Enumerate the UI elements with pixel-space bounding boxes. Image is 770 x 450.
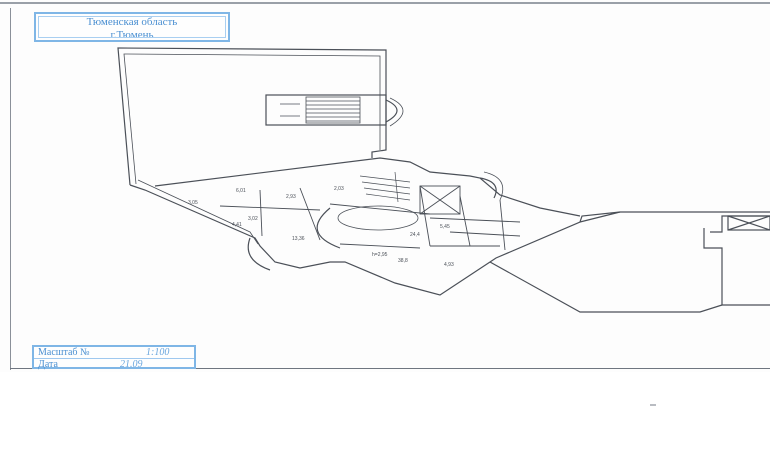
stair-block-top xyxy=(265,94,387,126)
date-row: Дата 21.09 xyxy=(34,358,194,370)
dimension-labels: 3,05 6,01 2,93 3,02 2,03 5,45 13,36 4,41… xyxy=(188,186,454,268)
room-label: 4,41 xyxy=(232,222,242,228)
date-value: 21.09 xyxy=(120,359,143,370)
terrace-outline xyxy=(117,47,387,186)
region-stamp: Тюменская область г.Тюмень xyxy=(34,12,230,42)
bay-window-top xyxy=(385,99,398,123)
room-label: 3,02 xyxy=(248,216,258,222)
bay-window-east xyxy=(479,177,497,199)
scale-label: Масштаб № xyxy=(38,347,90,358)
room-label: h=2,95 xyxy=(372,252,388,258)
room-label: 2,93 xyxy=(286,194,296,200)
date-label: Дата xyxy=(38,359,58,370)
round-hall xyxy=(316,207,341,249)
room-label: 3,05 xyxy=(188,200,198,206)
scale-stamp: Масштаб № 1:100 Дата 21.09 xyxy=(32,345,196,370)
scanned-sheet: 3,05 6,01 2,93 3,02 2,03 5,45 13,36 4,41… xyxy=(0,0,770,372)
floor-plan-drawing: 3,05 6,01 2,93 3,02 2,03 5,45 13,36 4,41… xyxy=(117,47,770,313)
room-label: 24,4 xyxy=(410,232,420,238)
scale-value: 1:100 xyxy=(146,347,170,358)
room-label: 38,8 xyxy=(398,258,408,264)
room-label: 13,36 xyxy=(292,236,305,242)
stamp-inner-border xyxy=(38,16,226,38)
room-label: 6,01 xyxy=(236,188,246,194)
scale-row: Масштаб № 1:100 xyxy=(34,347,194,358)
scan-speck xyxy=(650,404,656,406)
room-label: 5,45 xyxy=(440,224,450,230)
floor-outline xyxy=(129,184,770,296)
room-label: 4,93 xyxy=(444,262,454,268)
room-label: 2,03 xyxy=(334,186,344,192)
